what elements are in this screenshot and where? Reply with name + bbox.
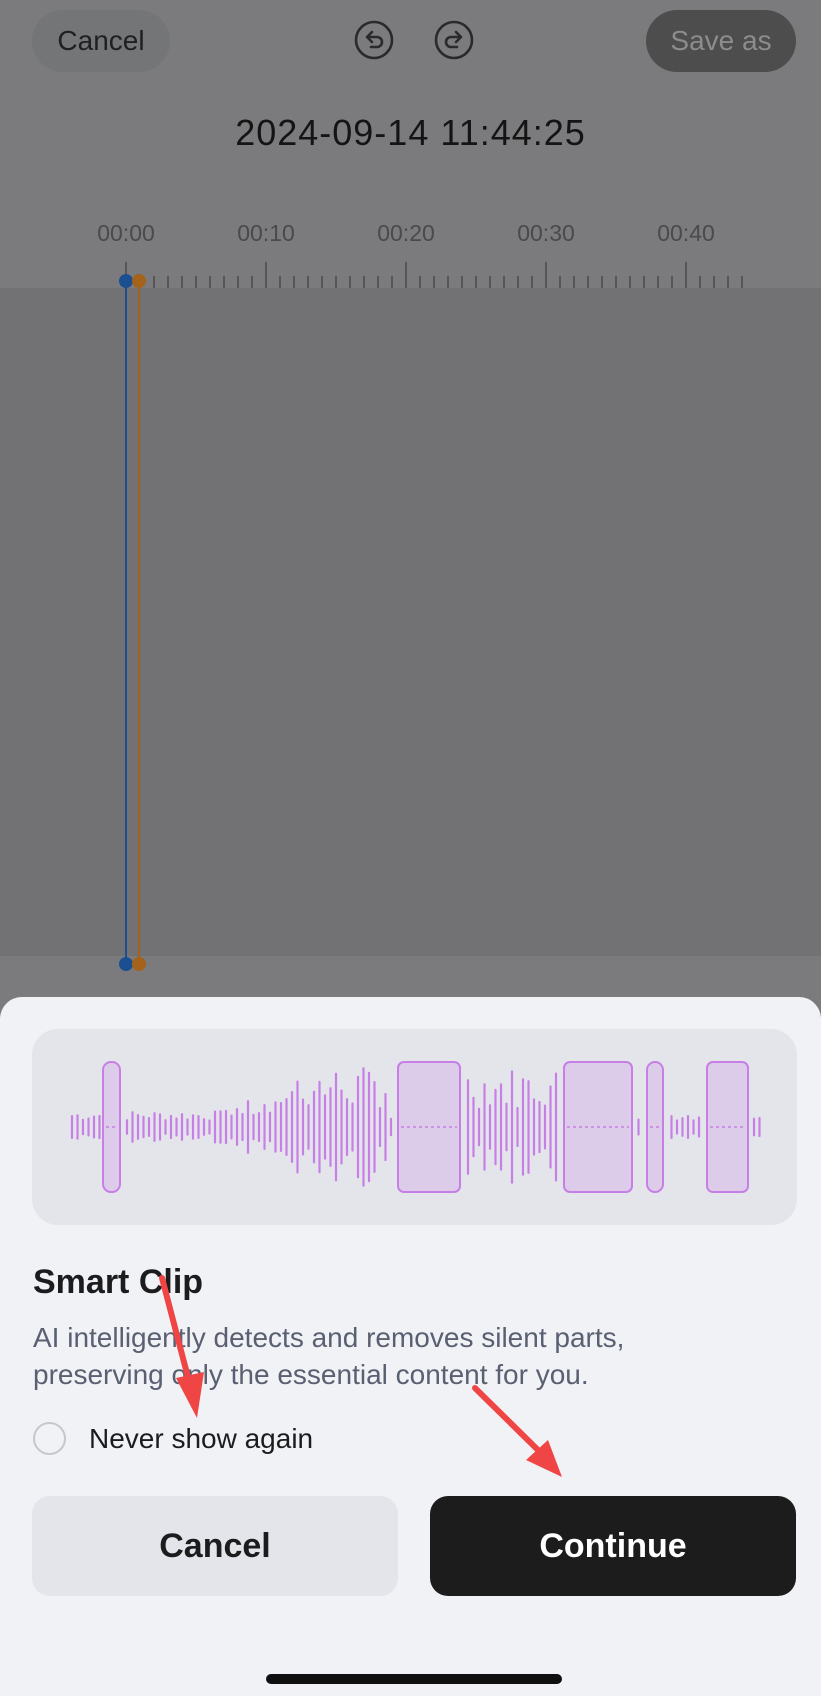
cancel-button[interactable]: Cancel xyxy=(32,1496,398,1596)
undo-icon[interactable] xyxy=(354,20,394,60)
silent-segment-highlight xyxy=(102,1061,121,1193)
continue-button[interactable]: Continue xyxy=(430,1496,796,1596)
cancel-edit-button[interactable]: Cancel xyxy=(32,10,170,72)
playhead-end-line[interactable] xyxy=(138,280,140,965)
dialog-description: AI intelligently detects and removes sil… xyxy=(33,1322,625,1390)
playhead-start-line[interactable] xyxy=(125,280,127,965)
never-show-again-checkbox[interactable] xyxy=(33,1422,66,1455)
never-show-again-label[interactable]: Never show again xyxy=(89,1423,313,1455)
silent-segment-highlight xyxy=(646,1061,664,1193)
end-handle-top[interactable] xyxy=(132,274,146,288)
start-handle-bottom[interactable] xyxy=(119,957,133,971)
top-bar: Cancel Save as xyxy=(0,0,821,80)
home-indicator xyxy=(266,1674,562,1684)
end-handle-bottom[interactable] xyxy=(132,957,146,971)
dialog-title: Smart Clip xyxy=(33,1263,204,1301)
redo-icon[interactable] xyxy=(434,20,474,60)
smart-clip-sheet: Smart Clip AI intelligently detects and … xyxy=(0,997,821,1696)
waveform-track[interactable] xyxy=(0,288,821,956)
save-as-button[interactable]: Save as xyxy=(646,10,796,72)
waveform-illustration xyxy=(70,1061,761,1193)
smart-clip-illustration xyxy=(32,1029,797,1225)
recording-title: 2024-09-14 11:44:25 xyxy=(235,112,586,153)
start-handle-top[interactable] xyxy=(119,274,133,288)
